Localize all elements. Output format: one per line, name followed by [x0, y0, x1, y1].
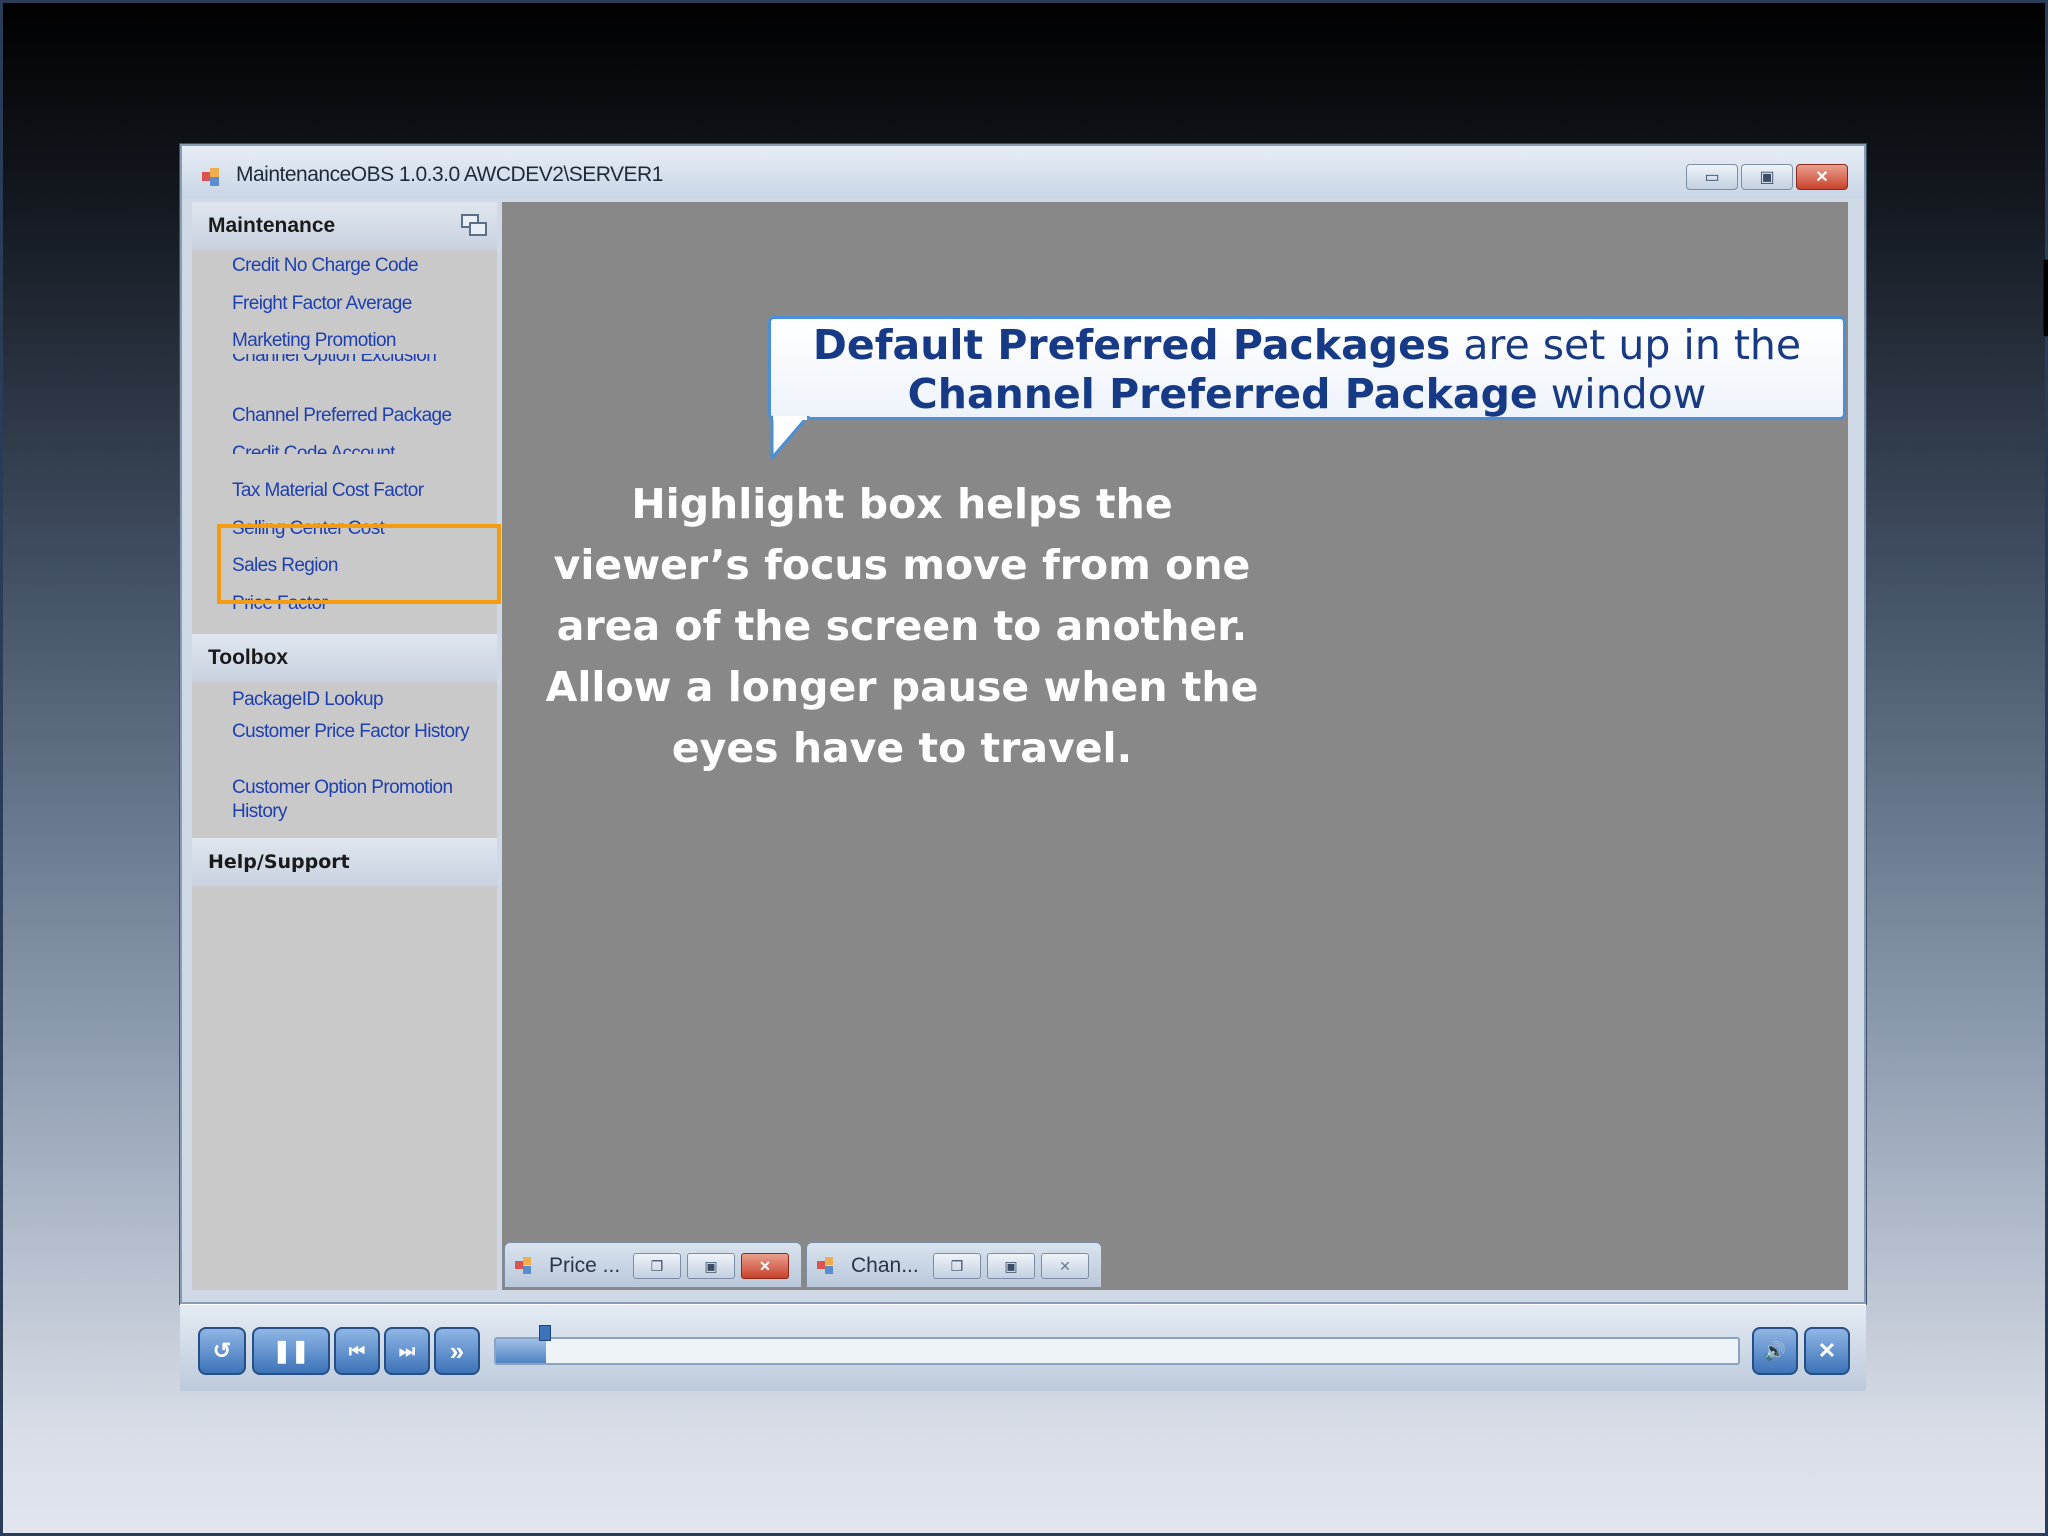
toolbox-item-customer-option-promotion-history[interactable]: Customer Option Promotion History	[232, 776, 482, 824]
app-icon	[202, 168, 220, 186]
minimized-window-title: Price ...	[549, 1254, 621, 1277]
sidebar-item-channel-option-exclusion[interactable]: Channel Option Exclusion	[232, 354, 436, 366]
callout-text-1: are set up in the	[1450, 321, 1802, 369]
callout-bold-1: Default Preferred Packages	[812, 321, 1451, 369]
section-header-help-support[interactable]: Help/Support	[192, 838, 497, 886]
restore-button[interactable]: ▣	[1741, 164, 1793, 190]
mdi-workspace: Default Preferred Packages are set up in…	[502, 202, 2048, 1290]
sidebar-item-credit-no-charge-code[interactable]: Credit No Charge Code	[232, 254, 419, 278]
toolbox-item-customer-price-factor-history[interactable]: Customer Price Factor History	[232, 720, 482, 744]
maximize-button[interactable]: ▣	[687, 1253, 735, 1279]
restore-button[interactable]: ❐	[633, 1253, 681, 1279]
pause-button[interactable]: ❚❚	[252, 1327, 330, 1375]
seek-handle[interactable]	[539, 1325, 551, 1341]
section-header-toolbox[interactable]: Toolbox	[192, 634, 497, 682]
maximize-button[interactable]: ▣	[987, 1253, 1035, 1279]
window-title: MaintenanceOBS 1.0.3.0 AWCDEV2\SERVER1	[236, 163, 663, 186]
restore-button[interactable]: ❐	[933, 1253, 981, 1279]
app-window: MaintenanceOBS 1.0.3.0 AWCDEV2\SERVER1 ▭…	[180, 144, 2048, 1304]
sidebar-item-marketing-promotion[interactable]: Marketing Promotion	[232, 329, 397, 353]
player-controls: ↺ ❚❚ ⏮ ⏭ » 🔊 ✕	[180, 1304, 1866, 1391]
exit-button[interactable]: ✕	[1804, 1327, 1850, 1375]
float-panel-icon[interactable]	[461, 214, 489, 238]
fast-forward-button[interactable]: »	[434, 1327, 480, 1375]
sidebar-item-credit-code-account[interactable]: Credit Code Account	[232, 442, 395, 454]
toolbox-item-packageid-lookup[interactable]: PackageID Lookup	[232, 688, 384, 712]
callout-pointer	[770, 416, 810, 460]
seek-bar[interactable]	[494, 1337, 1740, 1365]
app-icon	[817, 1257, 835, 1275]
minimize-button[interactable]: ▭	[1686, 164, 1738, 190]
next-button[interactable]: ⏭	[384, 1327, 430, 1375]
minimized-window-channel[interactable]: Chan... ❐ ▣ ✕	[806, 1242, 1102, 1288]
close-button[interactable]: ✕	[741, 1253, 789, 1279]
callout-box: Default Preferred Packages are set up in…	[768, 316, 1846, 420]
title-bar[interactable]: MaintenanceOBS 1.0.3.0 AWCDEV2\SERVER1 ▭…	[182, 146, 1864, 198]
callout-bold-2: Channel Preferred Package	[907, 370, 1538, 418]
sidebar-item-label: Channel Option Exclusion	[232, 354, 437, 366]
section-header-maintenance[interactable]: Maintenance	[192, 202, 497, 250]
minimized-window-title: Chan...	[851, 1254, 919, 1277]
minimized-window-price[interactable]: Price ... ❐ ▣ ✕	[504, 1242, 802, 1288]
highlight-box	[217, 524, 501, 604]
nav-sidebar: Maintenance Credit No Charge Code Freigh…	[192, 202, 501, 1290]
sidebar-item-tax-material-cost-factor[interactable]: Tax Material Cost Factor	[232, 479, 424, 503]
callout-text-2: window	[1537, 370, 1707, 418]
narration-text: Highlight box helps the viewer’s focus m…	[545, 480, 1259, 772]
replay-button[interactable]: ↺	[198, 1327, 246, 1375]
mouse-cursor-icon	[2043, 259, 2048, 337]
sidebar-item-channel-preferred-package[interactable]: Channel Preferred Package	[232, 404, 452, 428]
section-header-label: Maintenance	[208, 214, 336, 237]
app-icon	[515, 1257, 533, 1275]
previous-button[interactable]: ⏮	[334, 1327, 380, 1375]
window-controls: ▭ ▣ ✕	[1686, 164, 1848, 190]
sidebar-item-freight-factor-average[interactable]: Freight Factor Average	[232, 292, 412, 316]
volume-button[interactable]: 🔊	[1752, 1327, 1798, 1375]
close-button[interactable]: ✕	[1041, 1253, 1089, 1279]
sidebar-item-label: Credit Code Account	[232, 443, 395, 454]
seek-progress	[496, 1339, 546, 1363]
close-button[interactable]: ✕	[1796, 164, 1848, 190]
